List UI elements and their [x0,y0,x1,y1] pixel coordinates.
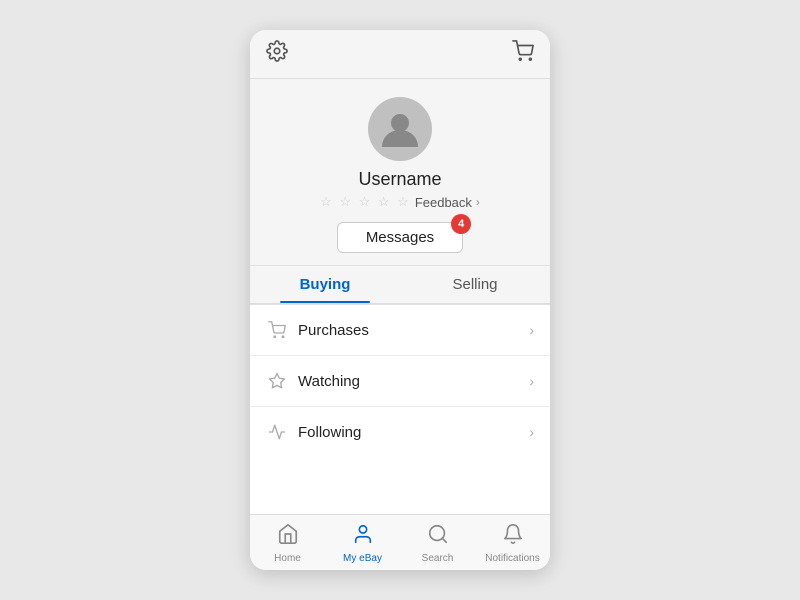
purchases-item[interactable]: Purchases › [250,305,550,356]
following-chevron-icon: › [529,424,534,440]
nav-myebay[interactable]: My eBay [325,521,400,566]
notifications-label: Notifications [485,553,539,564]
watching-chevron-icon: › [529,373,534,389]
bell-icon [502,523,524,551]
nav-home[interactable]: Home [250,521,325,566]
messages-badge: 4 [451,214,471,234]
home-icon [277,523,299,551]
cart-icon[interactable] [512,40,534,68]
settings-icon[interactable] [266,40,288,68]
search-label: Search [422,553,454,564]
search-icon [427,523,449,551]
feedback-row: ☆ ☆ ☆ ☆ ☆ Feedback › [320,194,480,210]
watching-icon [266,370,288,392]
purchases-chevron-icon: › [529,322,534,338]
feedback-chevron-icon: › [476,195,480,209]
avatar [368,97,432,161]
username: Username [358,169,441,190]
following-icon [266,421,288,443]
feedback-link[interactable]: Feedback [415,195,472,210]
bottom-nav: Home My eBay Search [250,514,550,570]
home-label: Home [274,553,301,564]
phone-screen: Username ☆ ☆ ☆ ☆ ☆ Feedback › Messages 4… [250,30,550,570]
tabs-row: Buying Selling [250,266,550,304]
following-label: Following [298,424,529,441]
star-rating: ☆ ☆ ☆ ☆ ☆ [320,194,411,210]
purchases-icon [266,319,288,341]
watching-item[interactable]: Watching › [250,356,550,407]
tab-selling[interactable]: Selling [400,266,550,303]
top-bar [250,30,550,79]
purchases-label: Purchases [298,322,529,339]
watching-label: Watching [298,373,529,390]
following-item[interactable]: Following › [250,407,550,457]
profile-section: Username ☆ ☆ ☆ ☆ ☆ Feedback › Messages 4 [250,79,550,266]
myebay-label: My eBay [343,553,382,564]
nav-search[interactable]: Search [400,521,475,566]
tab-buying[interactable]: Buying [250,266,400,303]
myebay-icon [352,523,374,551]
messages-button[interactable]: Messages [337,222,463,253]
messages-button-wrap: Messages 4 [337,222,463,253]
menu-list: Purchases › Watching › Following › [250,304,550,514]
nav-notifications[interactable]: Notifications [475,521,550,566]
